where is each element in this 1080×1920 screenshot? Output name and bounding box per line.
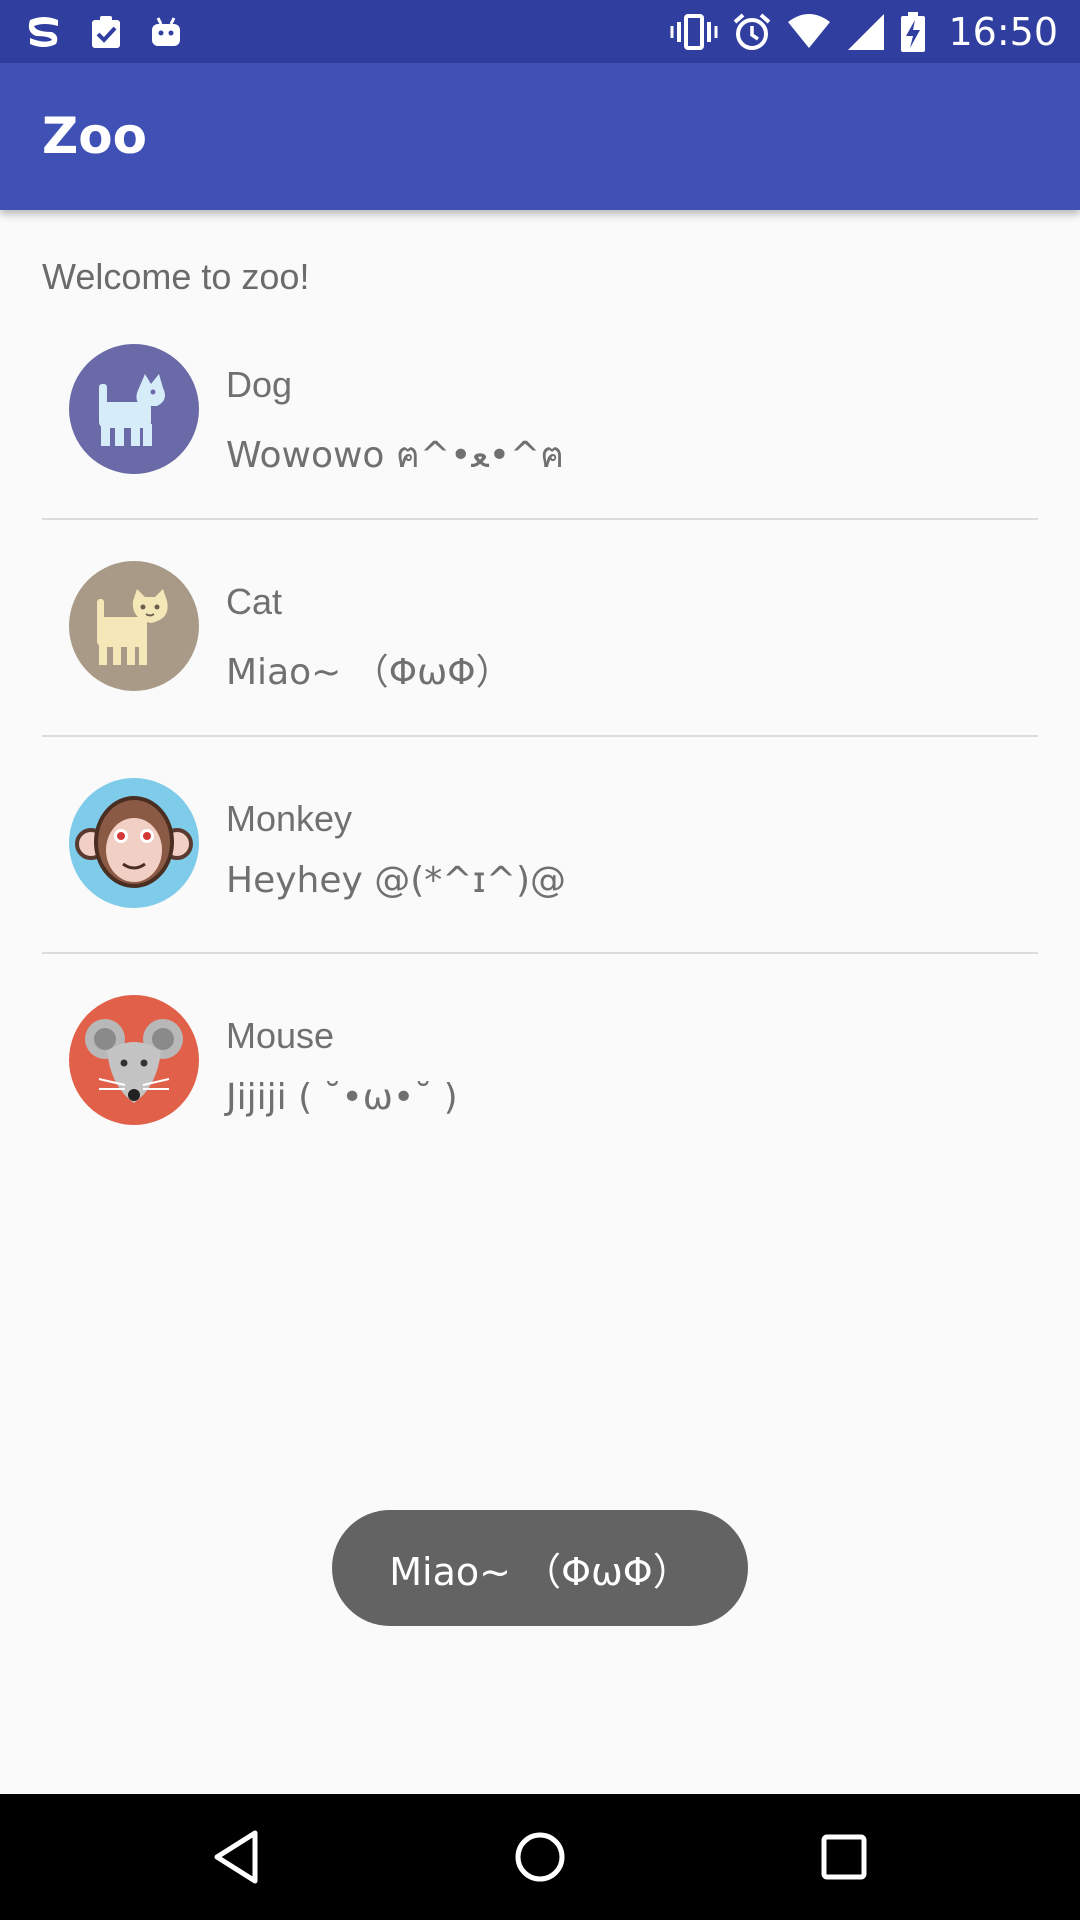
- list-item-mouse[interactable]: Mouse Jijiji ( ˘•ω•˘ ): [0, 977, 1080, 1194]
- back-icon[interactable]: [166, 1794, 306, 1920]
- s-app-icon: [24, 12, 64, 52]
- welcome-text: Welcome to zoo!: [42, 256, 310, 297]
- clipboard-check-icon: [86, 12, 126, 52]
- animal-sound: Miao~ （ΦωΦ）: [226, 652, 512, 693]
- animal-name: Monkey: [226, 798, 353, 839]
- wifi-icon: [786, 12, 832, 52]
- animal-sound: Heyhey @(*^ɪ^)@: [226, 860, 567, 901]
- animal-name: Mouse: [226, 1015, 335, 1056]
- divider: [42, 735, 1038, 737]
- status-time: 16:50: [948, 9, 1058, 54]
- android-robot-icon: [148, 14, 184, 50]
- animal-list: Dog Wowowo ฅ^•ﻌ•^ฅ Cat Miao~ （ΦωΦ） Monke…: [0, 326, 1080, 1194]
- animal-sound: Jijiji ( ˘•ω•˘ ): [226, 1077, 458, 1118]
- animal-name: Cat: [226, 581, 283, 622]
- monkey-icon: [69, 778, 199, 908]
- cat-icon: [69, 561, 199, 691]
- list-item-monkey[interactable]: Monkey Heyhey @(*^ɪ^)@: [0, 760, 1080, 977]
- status-bar: 16:50: [0, 0, 1080, 63]
- home-icon[interactable]: [470, 1794, 610, 1920]
- animal-name: Dog: [226, 364, 293, 405]
- animal-sound: Wowowo ฅ^•ﻌ•^ฅ: [226, 435, 565, 476]
- recents-icon[interactable]: [774, 1794, 914, 1920]
- app-title: Zoo: [42, 107, 147, 165]
- mouse-icon: [69, 995, 199, 1125]
- navigation-bar: [0, 1794, 1080, 1920]
- divider: [42, 518, 1038, 520]
- battery-charging-icon: [900, 11, 926, 52]
- alarm-icon: [732, 12, 772, 52]
- app-bar: Zoo: [0, 63, 1080, 210]
- toast-message: Miao~ （ΦωΦ）: [332, 1510, 748, 1626]
- list-item-dog[interactable]: Dog Wowowo ฅ^•ﻌ•^ฅ: [0, 326, 1080, 543]
- list-item-cat[interactable]: Cat Miao~ （ΦωΦ）: [0, 543, 1080, 760]
- vibrate-icon: [670, 12, 718, 52]
- dog-icon: [69, 344, 199, 474]
- divider: [42, 952, 1038, 954]
- signal-icon: [846, 12, 886, 52]
